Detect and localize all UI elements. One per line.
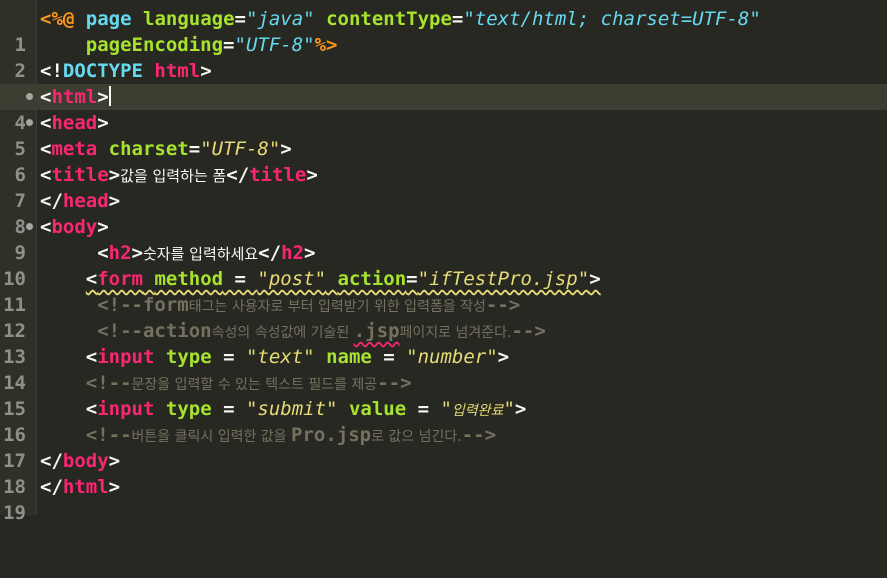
code-line-9[interactable]: 9 <body> (0, 214, 887, 264)
code-line-8[interactable]: 8 </head> (0, 188, 887, 238)
line-code: <body> (40, 216, 109, 238)
code-line-5[interactable]: 5 <head> (0, 110, 887, 160)
line-code: <html> (40, 86, 111, 108)
line-code: <!--문장을 입력할 수 있는 텍스트 필드를 제공--> (85, 372, 412, 394)
code-line-2[interactable]: 2 pageEncoding="UTF-8"%> (0, 32, 887, 82)
code-line-13[interactable]: 13 <!--action속성의 속성값에 기술된 .jsp페이지로 넘겨준다.… (0, 318, 887, 368)
code-area[interactable]: 1 <%@ page language="java" contentType="… (0, 6, 887, 524)
line-code: <!--버튼을 클릭시 입력한 값을 Pro.jsp로 값으 넘긴다.--> (85, 424, 497, 446)
code-line-6[interactable]: 6 <meta charset="UTF-8"> (0, 136, 887, 186)
code-line-1[interactable]: 1 <%@ page language="java" contentType="… (0, 6, 887, 56)
line-code: <title>값을 입력하는 폼</title> (40, 164, 318, 186)
fold-toggle-icon[interactable] (26, 119, 33, 126)
code-line-12[interactable]: 12 <!--form태그는 사용자로 부터 입력받기 위한 입력폼을 작성--… (0, 292, 887, 342)
fold-toggle-icon[interactable] (26, 93, 33, 100)
line-code: <%@ page language="java" contentType="te… (40, 8, 761, 30)
line-code: <meta charset="UTF-8"> (40, 138, 292, 160)
code-line-15[interactable]: 15 <!--문장을 입력할 수 있는 텍스트 필드를 제공--> (0, 370, 887, 420)
line-number: 19 (3, 502, 26, 524)
code-line-3[interactable]: 3 <!DOCTYPE html> (0, 58, 887, 108)
line-code: <input type = "submit" value = "입력완료"> (85, 398, 527, 420)
line-code: </html> (40, 476, 121, 498)
line-code: <form method = "post" action="ifTestPro.… (85, 268, 601, 290)
line-code: <!--form태그는 사용자로 부터 입력받기 위한 입력폼을 작성--> (97, 294, 521, 316)
line-code: <input type = "text" name = "number"> (85, 346, 510, 368)
line-code: pageEncoding="UTF-8"%> (85, 34, 338, 56)
line-code: </head> (40, 190, 121, 212)
code-line-11[interactable]: 11 <form method = "post" action="ifTestP… (0, 266, 887, 316)
code-line-17[interactable]: 17 <!--버튼을 클릭시 입력한 값을 Pro.jsp로 값으 넘긴다.--… (0, 422, 887, 472)
code-editor[interactable]: 1 <%@ page language="java" contentType="… (0, 0, 887, 524)
text-cursor (108, 86, 111, 106)
code-line-10[interactable]: 10 <h2>숫자를 입력하세요</h2> (0, 240, 887, 290)
line-code: </body> (40, 450, 121, 472)
code-line-7[interactable]: 7 <title>값을 입력하는 폼</title> (0, 162, 887, 212)
line-code: <head> (40, 112, 109, 134)
line-code: <!--action속성의 속성값에 기술된 .jsp페이지로 넘겨준다.--> (97, 320, 546, 342)
code-line-16[interactable]: 16 <input type = "submit" value = "입력완료"… (0, 396, 887, 446)
line-code: <h2>숫자를 입력하세요</h2> (97, 242, 316, 264)
code-line-19[interactable]: 19 </html> (0, 474, 887, 524)
code-line-4[interactable]: 4 <html> (0, 84, 887, 134)
fold-toggle-icon[interactable] (26, 223, 33, 230)
line-code: <!DOCTYPE html> (40, 60, 212, 82)
code-line-18[interactable]: 18 </body> (0, 448, 887, 498)
code-line-14[interactable]: 14 <input type = "text" name = "number"> (0, 344, 887, 394)
